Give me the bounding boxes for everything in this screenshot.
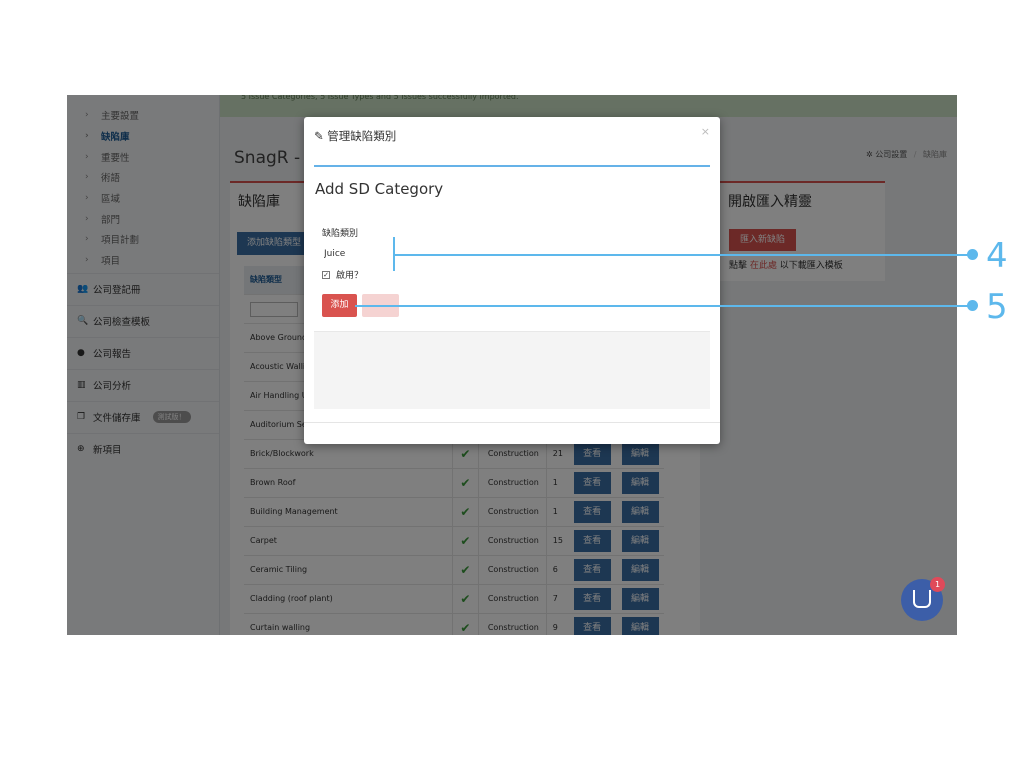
enabled-checkbox[interactable]: ✓ bbox=[322, 270, 330, 279]
app-screenshot: ›主要設置›缺陷庫›重要性›術語›區域›部門›項目計劃›項目 👥公司登記冊🔍公司… bbox=[67, 95, 957, 635]
callout-line-5 bbox=[355, 305, 973, 307]
modal-divider bbox=[314, 165, 710, 167]
close-icon[interactable]: × bbox=[701, 125, 710, 138]
callout-tick-4 bbox=[393, 237, 395, 271]
callout-dot-5 bbox=[967, 300, 978, 311]
edit-icon: ✎ bbox=[314, 129, 324, 143]
callout-line-4 bbox=[393, 254, 973, 256]
callout-dot-4 bbox=[967, 249, 978, 260]
chat-unread-badge: 1 bbox=[930, 577, 945, 592]
chat-icon bbox=[913, 590, 931, 608]
category-field-label: 缺陷類別 bbox=[322, 229, 359, 239]
manage-category-modal: ✎ 管理缺陷類別 × Add SD Category 缺陷類別 ✓ 啟用？ 添加 bbox=[304, 117, 720, 444]
enabled-label: 啟用？ bbox=[336, 271, 364, 281]
callout-number-4: 4 bbox=[986, 236, 1008, 276]
form-heading: Add SD Category bbox=[315, 180, 444, 198]
modal-footer-divider bbox=[304, 422, 720, 423]
callout-number-5: 5 bbox=[986, 287, 1008, 327]
enabled-checkbox-row[interactable]: ✓ 啟用？ bbox=[322, 268, 363, 281]
modal-title: ✎ 管理缺陷類別 bbox=[314, 129, 397, 143]
modal-content-area bbox=[314, 331, 710, 409]
add-button[interactable]: 添加 bbox=[322, 294, 357, 317]
